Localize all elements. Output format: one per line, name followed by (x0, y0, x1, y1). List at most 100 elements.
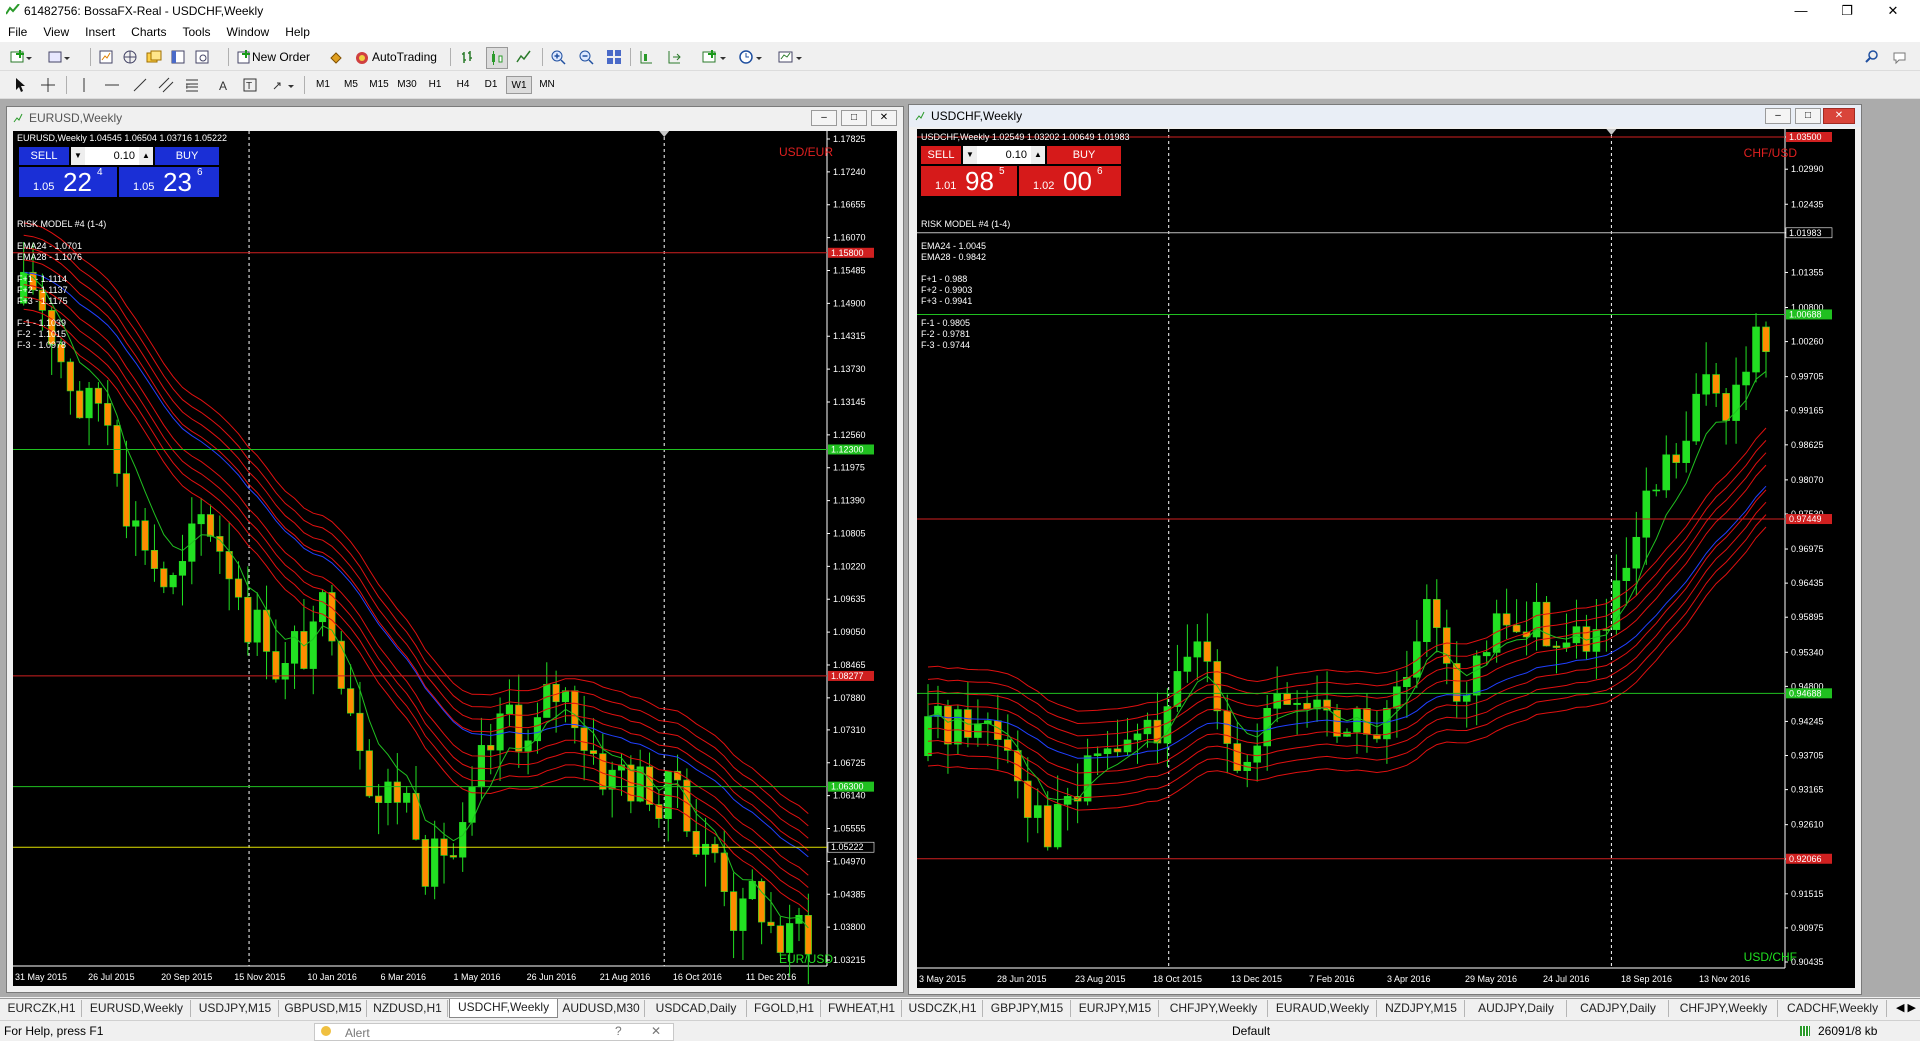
fibonacci-icon[interactable]: F (182, 75, 202, 95)
line-chart-icon[interactable] (514, 47, 534, 67)
chart-tab[interactable]: FWHEAT,H1 (822, 1000, 902, 1017)
horizontal-line-icon[interactable] (102, 75, 122, 95)
chart-close-button[interactable]: ✕ (871, 110, 897, 126)
menu-help[interactable]: Help (277, 22, 318, 42)
buy-button[interactable]: BUY (155, 147, 219, 165)
chart-maximize-button[interactable]: □ (841, 110, 867, 126)
menu-charts[interactable]: Charts (123, 22, 174, 42)
chart-tab[interactable]: EURCZK,H1 (2, 1000, 82, 1017)
chart-minimize-button[interactable]: – (1765, 108, 1791, 124)
zoom-out-icon[interactable] (576, 47, 596, 67)
trendline-icon[interactable] (130, 75, 150, 95)
timeframe-mn[interactable]: MN (534, 76, 560, 94)
equidistant-channel-icon[interactable] (156, 75, 176, 95)
arrows-icon[interactable] (268, 75, 300, 95)
buy-price[interactable]: 1.05 23 6 (119, 167, 219, 197)
timeframe-m15[interactable]: M15 (366, 76, 392, 94)
cursor-icon[interactable] (10, 75, 30, 95)
chart-tab[interactable]: AUDUSD,M30 (558, 1000, 645, 1017)
timeframe-m1[interactable]: M1 (310, 76, 336, 94)
autotrading-button[interactable]: AutoTrading (352, 47, 444, 67)
chart-tab[interactable]: USDCAD,Daily (646, 1000, 747, 1017)
market-watch-icon[interactable] (96, 47, 116, 67)
indicators-icon[interactable] (700, 47, 732, 67)
new-order-button[interactable]: New Order (234, 47, 314, 67)
navigator-icon[interactable] (120, 47, 140, 67)
timeframe-m30[interactable]: M30 (394, 76, 420, 94)
minimize-button[interactable]: — (1778, 0, 1824, 22)
close-button[interactable]: ✕ (1870, 0, 1916, 22)
chat-icon[interactable] (1890, 47, 1916, 67)
chart-window-titlebar[interactable]: EURUSD,Weekly – □ ✕ (7, 107, 903, 129)
price-chart[interactable]: 1.17825 1.17240 1.16655 1.16070 1.15485 1.149… (13, 131, 897, 986)
chart-shift-icon[interactable] (636, 47, 656, 67)
profiles-icon[interactable] (46, 47, 72, 67)
chart-maximize-button[interactable]: □ (1795, 108, 1821, 124)
crosshair-icon[interactable] (38, 75, 58, 95)
chart-tab[interactable]: GBPUSD,M15 (280, 1000, 367, 1017)
menu-insert[interactable]: Insert (77, 22, 123, 42)
timeframe-h1[interactable]: H1 (422, 76, 448, 94)
periods-icon[interactable] (736, 47, 768, 67)
restore-button[interactable]: ❐ (1824, 0, 1870, 22)
chart-window-usdchf[interactable]: USDCHF,Weekly – □ ✕ 1.03500 1.02990 1.0243… (908, 104, 1862, 995)
bar-chart-icon[interactable] (458, 47, 478, 67)
chart-tab[interactable]: NZDJPY,M15 (1378, 1000, 1465, 1017)
alert-help-icon[interactable]: ? (615, 1024, 622, 1038)
chart-tab[interactable]: EURAUD,Weekly (1269, 1000, 1377, 1017)
new-chart-icon[interactable] (8, 47, 34, 67)
candlestick-icon[interactable] (486, 47, 508, 69)
chart-area[interactable]: 1.17825 1.17240 1.16655 1.16070 1.15485 1.149… (13, 131, 897, 986)
timeframe-d1[interactable]: D1 (478, 76, 504, 94)
chart-shift-marker[interactable] (1606, 129, 1617, 135)
chart-tab[interactable]: EURJPY,M15 (1072, 1000, 1159, 1017)
chart-tab[interactable]: CHFJPY,Weekly (1670, 1000, 1778, 1017)
menu-file[interactable]: File (0, 22, 35, 42)
sell-price[interactable]: 1.05 22 4 (19, 167, 117, 197)
chart-tab[interactable]: CADCHF,Weekly (1779, 1000, 1887, 1017)
alert-window-strip[interactable]: Alert ? ✕ (314, 1023, 674, 1041)
chart-window-titlebar[interactable]: USDCHF,Weekly – □ ✕ (909, 105, 1861, 127)
lot-size-input[interactable]: 0.10 (977, 146, 1031, 164)
data-window-icon[interactable] (144, 47, 164, 67)
tile-windows-icon[interactable] (604, 47, 624, 67)
menu-tools[interactable]: Tools (175, 22, 219, 42)
chart-tab[interactable]: USDCZK,H1 (903, 1000, 983, 1017)
tab-scroll-arrows[interactable]: ◀ ▶ (1896, 1000, 1916, 1017)
zoom-in-icon[interactable] (548, 47, 568, 67)
chart-tab[interactable]: EURUSD,Weekly (83, 1000, 191, 1017)
text-icon[interactable]: A (214, 75, 234, 95)
alert-close-icon[interactable]: ✕ (651, 1024, 661, 1038)
menu-view[interactable]: View (35, 22, 77, 42)
chart-tab[interactable]: CADJPY,Daily (1568, 1000, 1669, 1017)
chart-tab[interactable]: USDJPY,M15 (192, 1000, 279, 1017)
lot-increase-button[interactable]: ▲ (1031, 146, 1045, 164)
chart-tab[interactable]: USDCHF,Weekly (449, 999, 558, 1018)
lot-decrease-button[interactable]: ▼ (963, 146, 977, 164)
sell-button[interactable]: SELL (921, 146, 961, 164)
chart-window-eurusd[interactable]: EURUSD,Weekly – □ ✕ 1.17825 1.17240 1.1665… (6, 106, 904, 993)
text-label-icon[interactable]: T (240, 75, 260, 95)
buy-button[interactable]: BUY (1047, 146, 1121, 164)
undo-icon[interactable] (326, 47, 346, 67)
lot-increase-button[interactable]: ▲ (139, 147, 153, 165)
autoscroll-icon[interactable] (664, 47, 684, 67)
timeframe-h4[interactable]: H4 (450, 76, 476, 94)
buy-price[interactable]: 1.02 00 6 (1019, 166, 1121, 196)
strategy-tester-icon[interactable] (192, 47, 212, 67)
chart-tab[interactable]: FGOLD,H1 (748, 1000, 821, 1017)
timeframe-m5[interactable]: M5 (338, 76, 364, 94)
chart-close-button[interactable]: ✕ (1823, 108, 1855, 124)
chart-tab[interactable]: CHFJPY,Weekly (1160, 1000, 1268, 1017)
menu-window[interactable]: Window (219, 22, 278, 42)
chart-area[interactable]: 1.035001.029901.024351.019831.013551.008… (917, 129, 1855, 988)
chart-shift-marker[interactable] (659, 131, 670, 137)
sell-button[interactable]: SELL (19, 147, 69, 165)
lot-decrease-button[interactable]: ▼ (71, 147, 85, 165)
search-icon[interactable] (1862, 47, 1882, 67)
terminal-icon[interactable] (168, 47, 188, 67)
chart-tab[interactable]: GBPJPY,M15 (984, 1000, 1071, 1017)
templates-icon[interactable] (776, 47, 808, 67)
chart-minimize-button[interactable]: – (811, 110, 837, 126)
chart-tab[interactable]: AUDJPY,Daily (1466, 1000, 1567, 1017)
